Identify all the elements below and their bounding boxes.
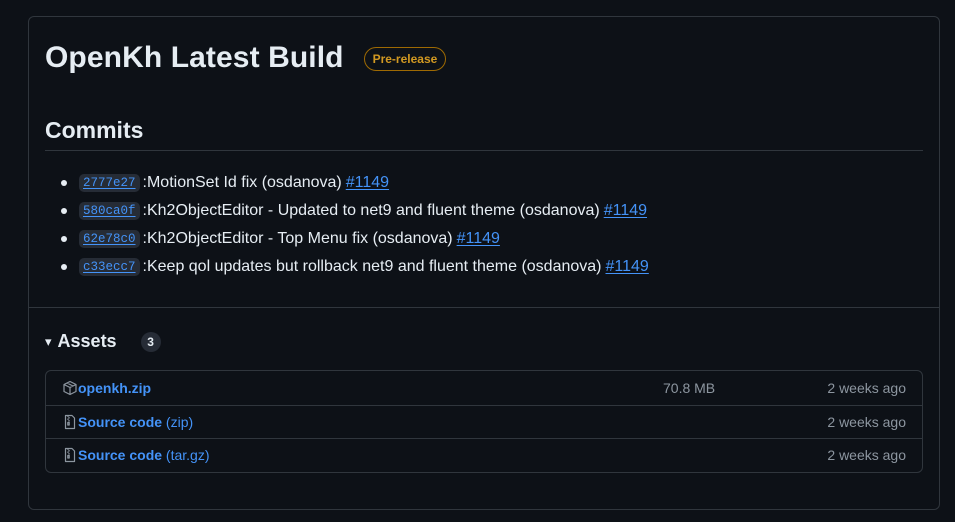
- commit-sha-link[interactable]: 62e78c0: [79, 230, 140, 248]
- commit-sha-link[interactable]: 2777e27: [79, 174, 140, 192]
- commit-item: 580ca0f : Kh2ObjectEditor - Updated to n…: [61, 197, 649, 225]
- file-zip-icon: [62, 447, 78, 463]
- bullet-icon: [61, 236, 67, 242]
- commits-heading: Commits: [45, 117, 144, 143]
- commit-message: MotionSet Id fix (osdanova): [146, 174, 342, 191]
- assets-heading: Assets: [57, 331, 117, 351]
- commit-sha-link[interactable]: c33ecc7: [79, 258, 140, 276]
- release-title[interactable]: OpenKh Latest Build: [45, 41, 344, 75]
- pull-request-link[interactable]: #1149: [457, 230, 500, 248]
- commit-message: Kh2ObjectEditor - Top Menu fix (osdanova…: [146, 230, 453, 247]
- asset-date: 2 weeks ago: [827, 413, 906, 430]
- asset-size: 70.8 MB: [663, 379, 716, 396]
- bullet-icon: [61, 180, 67, 186]
- release-card: OpenKh Latest Build Pre-release Commits …: [28, 16, 940, 510]
- caret-down-icon: ▾: [45, 333, 52, 349]
- release-header: OpenKh Latest Build Pre-release: [45, 41, 447, 75]
- pull-request-link[interactable]: #1149: [604, 202, 647, 220]
- source-code-zip-link[interactable]: Source code (zip): [78, 414, 193, 430]
- pull-request-link[interactable]: #1149: [606, 258, 649, 276]
- pull-request-link[interactable]: #1149: [346, 174, 389, 192]
- asset-date: 2 weeks ago: [827, 447, 906, 464]
- assets-toggle[interactable]: ▾ Assets 3: [45, 331, 161, 352]
- file-zip-icon: [62, 414, 78, 430]
- commits-divider: [45, 150, 923, 151]
- commit-item: c33ecc7 : Keep qol updates but rollback …: [61, 253, 649, 281]
- asset-row: openkh.zip 70.8 MB 2 weeks ago: [46, 371, 922, 405]
- commit-message: Keep qol updates but rollback net9 and f…: [146, 258, 602, 275]
- assets-list: openkh.zip 70.8 MB 2 weeks ago Source co…: [45, 370, 923, 473]
- asset-row: Source code (tar.gz) 2 weeks ago: [46, 438, 922, 472]
- commit-message: Kh2ObjectEditor - Updated to net9 and fl…: [146, 202, 600, 219]
- bullet-icon: [61, 208, 67, 214]
- asset-download-link[interactable]: openkh.zip: [78, 380, 151, 396]
- commit-list: 2777e27 : MotionSet Id fix (osdanova) #1…: [61, 169, 649, 281]
- asset-date: 2 weeks ago: [827, 379, 906, 396]
- package-icon: [62, 380, 78, 396]
- asset-row: Source code (zip) 2 weeks ago: [46, 404, 922, 439]
- section-divider: [29, 307, 939, 308]
- pre-release-badge: Pre-release: [363, 47, 447, 71]
- source-code-targz-link[interactable]: Source code (tar.gz): [78, 447, 210, 463]
- commit-item: 2777e27 : MotionSet Id fix (osdanova) #1…: [61, 169, 649, 197]
- commit-sha-link[interactable]: 580ca0f: [79, 202, 140, 220]
- bullet-icon: [61, 264, 67, 270]
- commit-item: 62e78c0 : Kh2ObjectEditor - Top Menu fix…: [61, 225, 649, 253]
- assets-count-badge: 3: [140, 331, 161, 352]
